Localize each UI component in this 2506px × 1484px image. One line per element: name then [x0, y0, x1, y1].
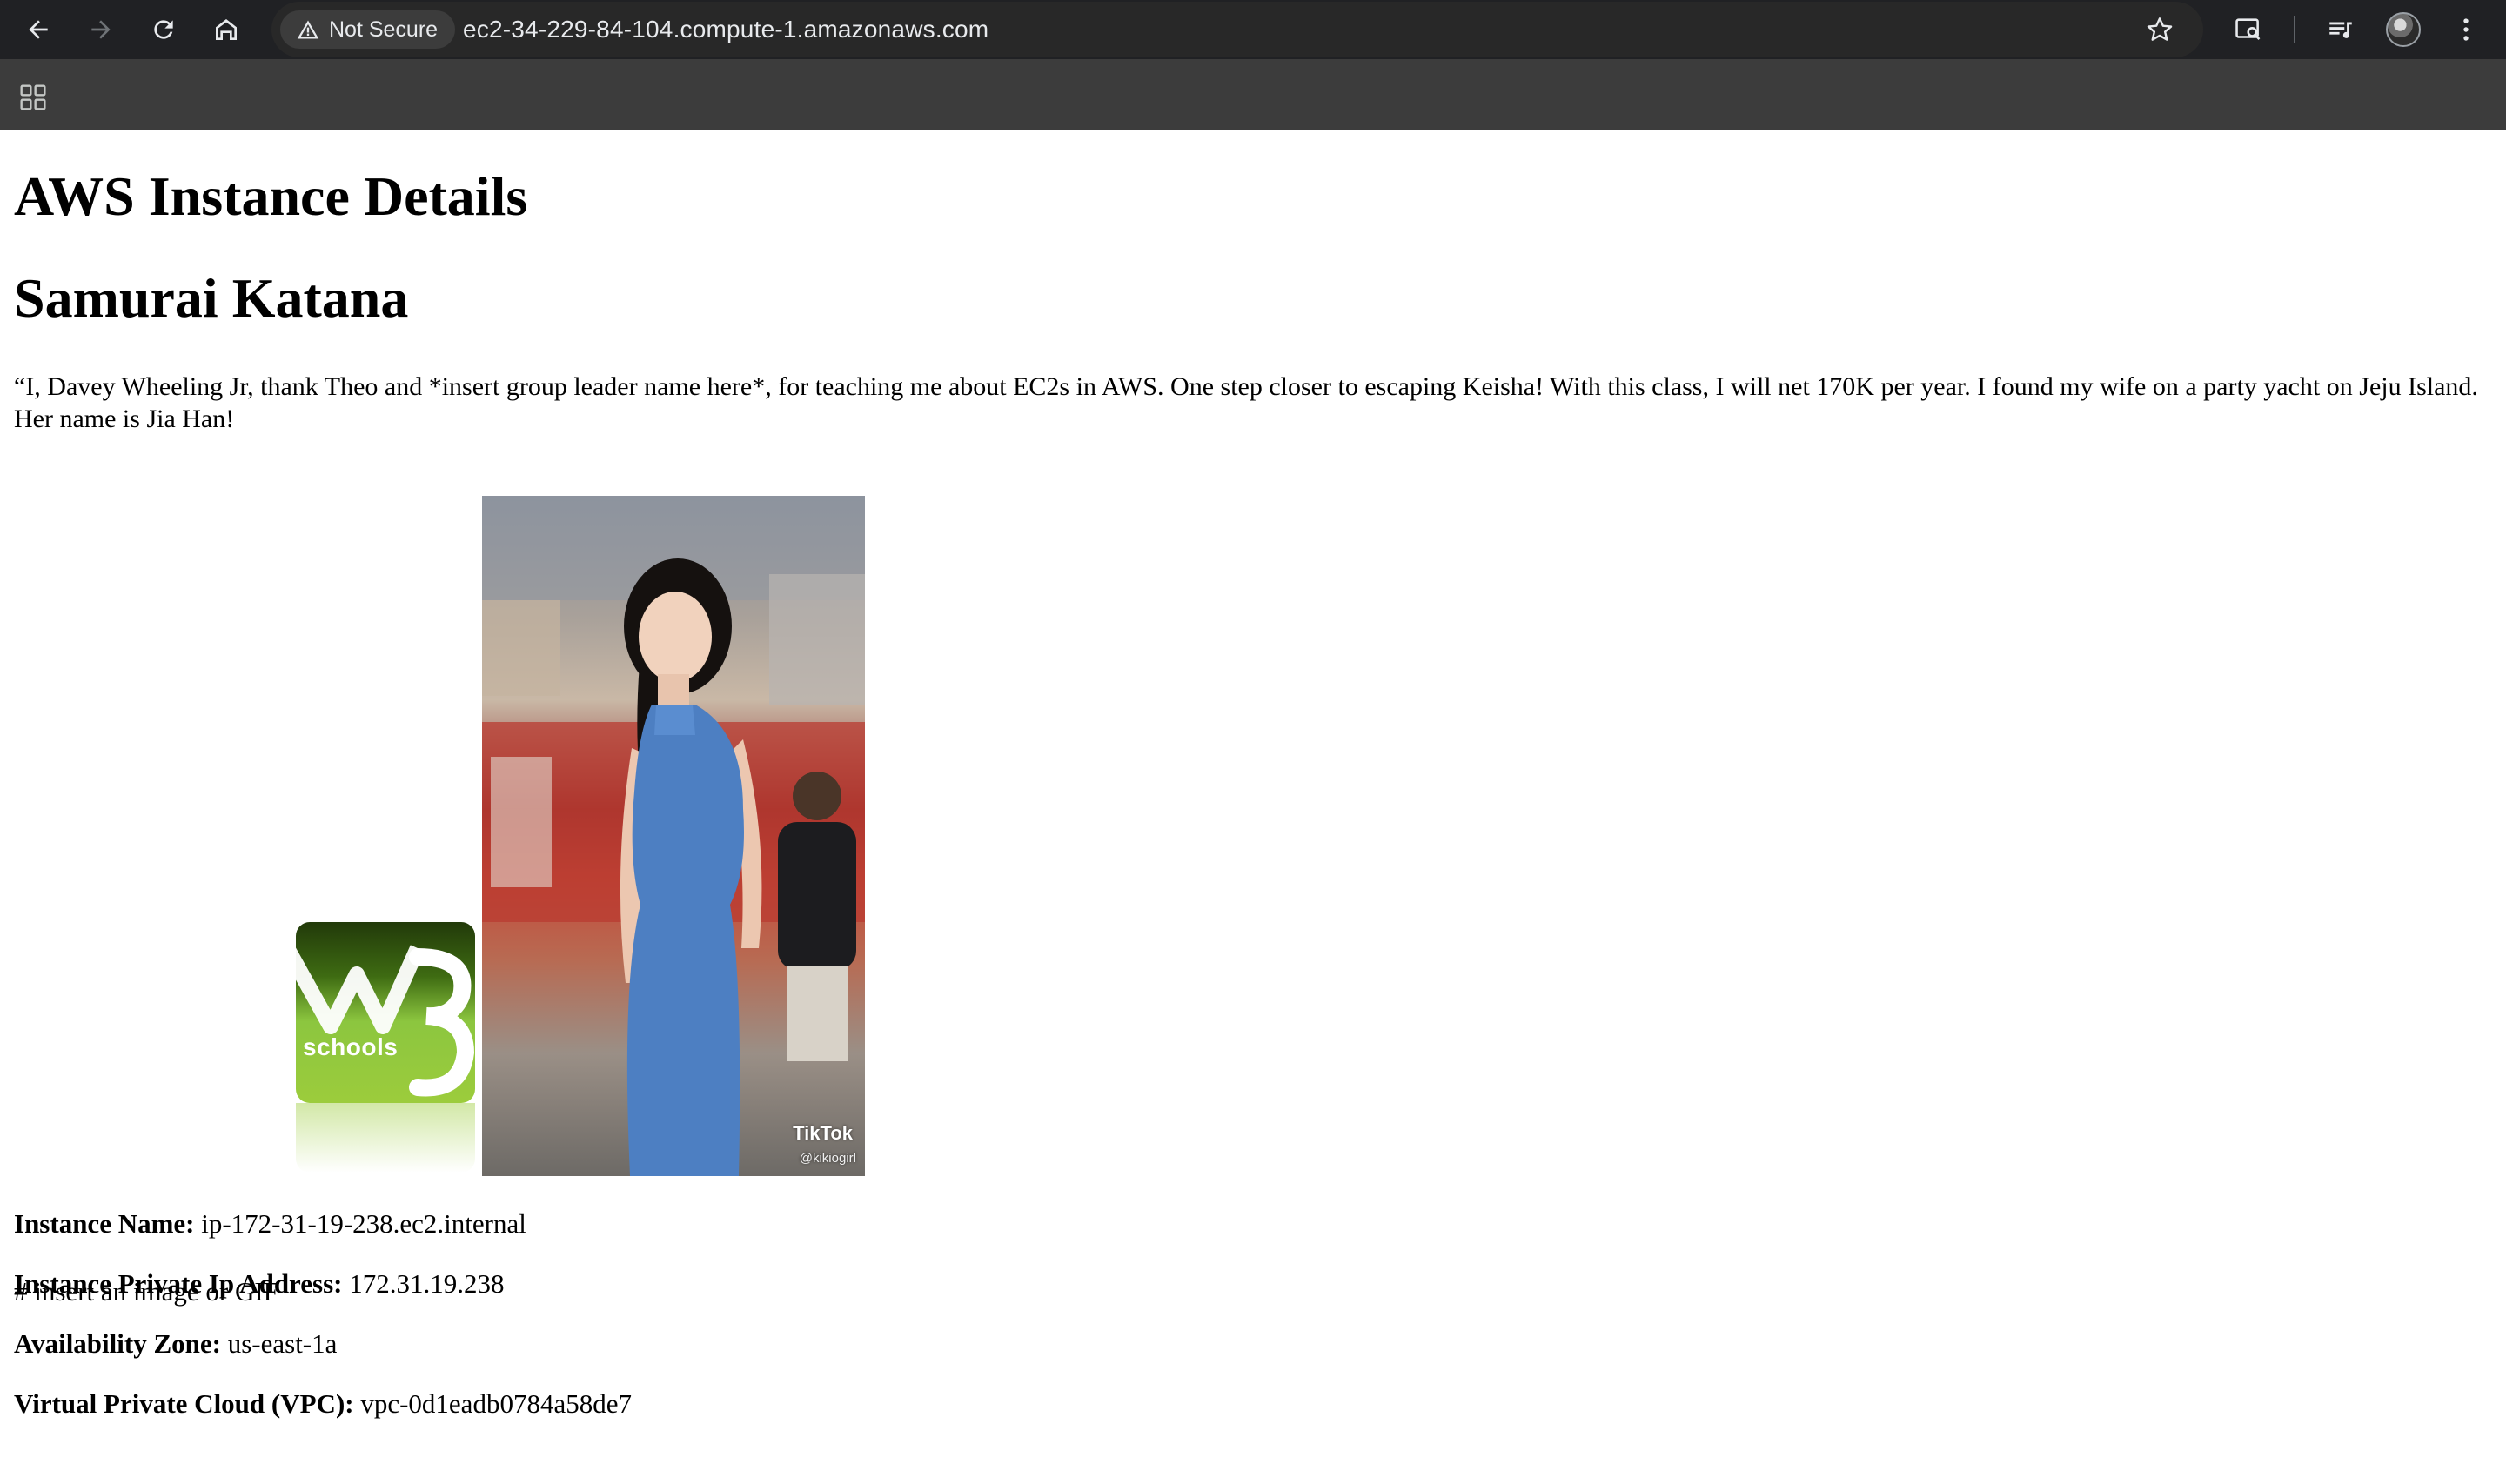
tiktok-handle: @kikiogirl	[799, 1151, 856, 1166]
detail-availability-zone: Availability Zone: us-east-1a	[14, 1327, 337, 1360]
browser-toolbar: Not Secure ec2-34-229-84-104.compute-1.a…	[0, 0, 2506, 59]
w3-logo-text: schools	[303, 1033, 399, 1060]
quote-paragraph: “I, Davey Wheeling Jr, thank Theo and *i…	[14, 372, 2478, 433]
detail-value: ip-172-31-19-238.ec2.internal	[201, 1208, 526, 1239]
page-subtitle: Samurai Katana	[14, 267, 409, 329]
detail-label: Availability Zone:	[14, 1328, 221, 1359]
w3schools-logo-image: schools	[296, 922, 475, 1103]
home-button[interactable]	[205, 9, 247, 50]
w3-logo-reflection	[296, 1103, 475, 1173]
detail-value: us-east-1a	[227, 1328, 338, 1359]
browser-menu-button[interactable]	[2449, 9, 2483, 50]
tab-search-icon	[2235, 18, 2261, 40]
more-vertical-icon	[2463, 18, 2469, 41]
page-title: AWS Instance Details	[14, 165, 528, 227]
woman-photo-gif: TikTok @kikiogirl	[482, 496, 865, 1176]
address-bar[interactable]: Not Secure ec2-34-229-84-104.compute-1.a…	[271, 2, 2203, 57]
photo-illustration	[482, 496, 865, 1176]
detail-label: Instance Private Ip Address:	[14, 1268, 343, 1299]
reload-button[interactable]	[143, 9, 184, 50]
tiktok-watermark: TikTok	[793, 1122, 853, 1144]
home-icon	[216, 19, 237, 40]
warning-icon	[297, 20, 319, 39]
apps-grid-icon[interactable]	[19, 84, 47, 111]
media-controls-button[interactable]	[2320, 9, 2362, 50]
url-text[interactable]: ec2-34-229-84-104.compute-1.amazonaws.co…	[463, 2, 988, 57]
detail-value: 172.31.19.238	[349, 1268, 505, 1299]
detail-value: vpc-0d1eadb0784a58de7	[360, 1388, 632, 1419]
w3-logo-graphic	[296, 945, 475, 1097]
detail-private-ip: Instance Private Ip Address: 172.31.19.2…	[14, 1267, 504, 1300]
bookmarks-bar	[0, 59, 2506, 130]
web-page: AWS Instance Details Samurai Katana “I, …	[0, 130, 2506, 1484]
search-tabs-button[interactable]	[2228, 9, 2269, 50]
toolbar-divider	[2294, 16, 2295, 43]
profile-avatar[interactable]	[2386, 12, 2421, 47]
detail-instance-name: Instance Name: ip-172-31-19-238.ec2.inte…	[14, 1207, 526, 1240]
detail-vpc: Virtual Private Cloud (VPC): vpc-0d1eadb…	[14, 1387, 632, 1420]
back-button[interactable]	[17, 9, 59, 50]
arrow-left-icon	[29, 20, 48, 39]
arrow-right-icon	[91, 20, 111, 39]
detail-label: Virtual Private Cloud (VPC):	[14, 1388, 354, 1419]
security-chip[interactable]: Not Secure	[280, 10, 456, 49]
bookmark-star-button[interactable]	[2141, 10, 2179, 49]
security-label: Not Secure	[329, 17, 439, 42]
queue-music-icon	[2329, 22, 2352, 38]
forward-button[interactable]	[80, 9, 122, 50]
reload-icon	[154, 20, 173, 39]
detail-label: Instance Name:	[14, 1208, 195, 1239]
star-icon	[2147, 17, 2173, 41]
media-row: # insert an image or GIF schools TikTok …	[14, 496, 971, 1315]
